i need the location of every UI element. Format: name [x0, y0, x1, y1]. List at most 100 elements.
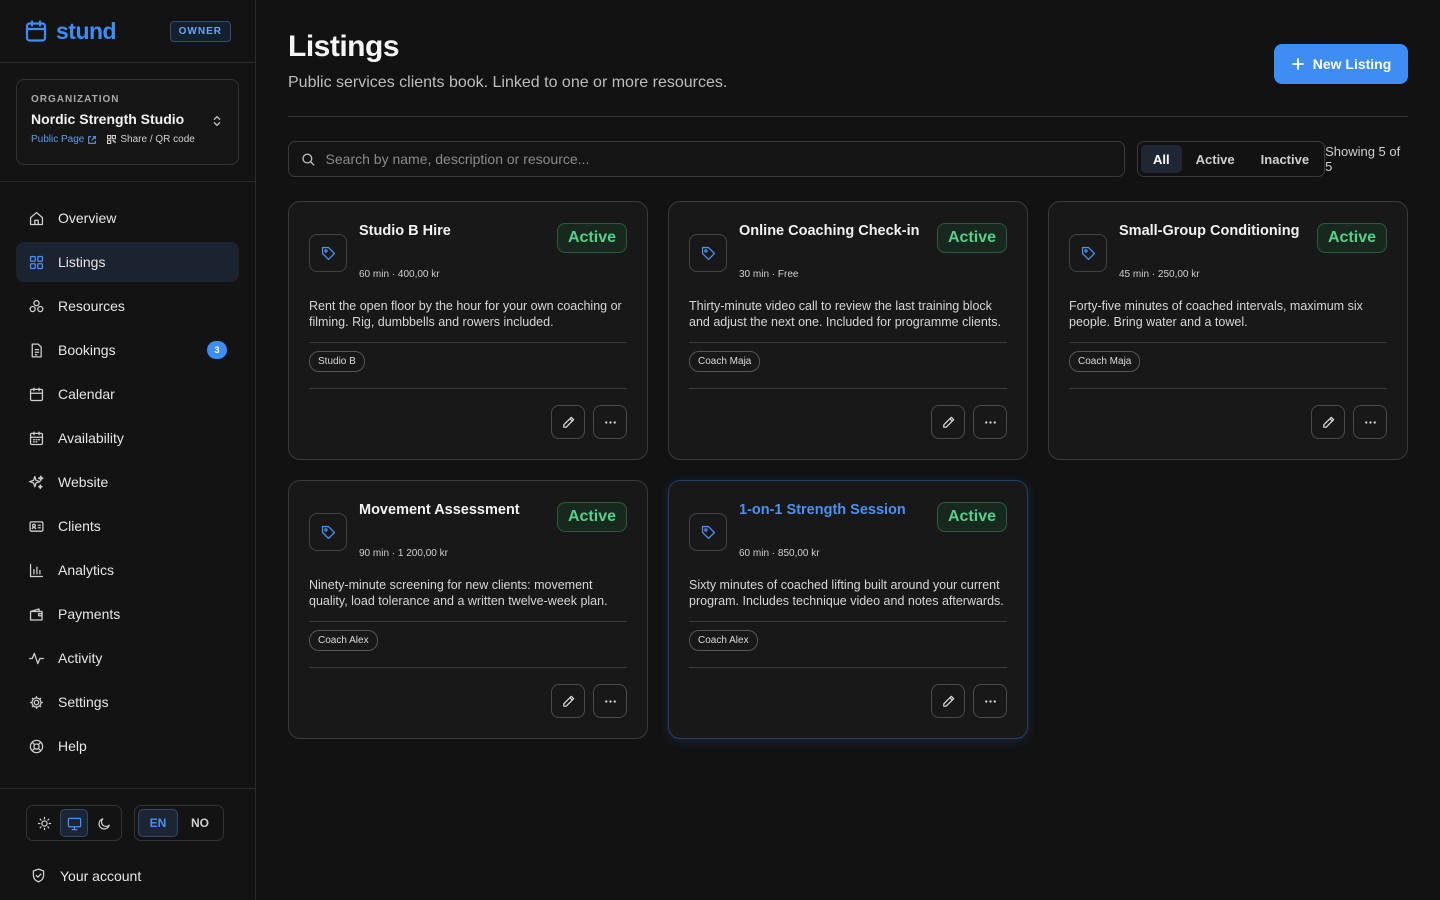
more-options-button[interactable]: [593, 405, 627, 439]
resource-chip: Coach Maja: [689, 351, 761, 372]
resource-chip: Coach Alex: [689, 630, 758, 651]
sidebar-item-resources[interactable]: Resources: [16, 286, 239, 326]
page-header: Listings Public services clients book. L…: [288, 0, 1408, 117]
sidebar-item-activity[interactable]: Activity: [16, 638, 239, 678]
divider: [309, 621, 627, 622]
ellipsis-icon: [604, 420, 616, 424]
pulse-icon: [29, 652, 44, 664]
listing-card[interactable]: Movement Assessment Active 90 min · 1 20…: [288, 480, 648, 739]
edit-button[interactable]: [931, 684, 965, 718]
ellipsis-icon: [604, 699, 616, 703]
divider: [689, 621, 1007, 622]
tag-icon: [701, 246, 715, 260]
brand-name[interactable]: stund: [56, 18, 117, 45]
shield-check-icon: [32, 868, 45, 883]
listing-title[interactable]: Movement Assessment: [359, 502, 520, 518]
listing-description: Ninety-minute screening for new clients:…: [309, 578, 608, 608]
your-account-link[interactable]: Your account: [26, 867, 229, 884]
home-icon: [29, 211, 44, 225]
sidebar-item-calendar[interactable]: Calendar: [16, 374, 239, 414]
sidebar-item-label: Payments: [58, 606, 121, 622]
tag-icon: [321, 246, 335, 260]
tag-icon: [701, 525, 715, 539]
status-badge: Active: [1316, 223, 1387, 253]
divider: [689, 667, 1007, 668]
search-box: [288, 141, 1125, 177]
sidebar-item-payments[interactable]: Payments: [16, 594, 239, 634]
your-account-label: Your account: [60, 867, 142, 884]
sidebar-item-settings[interactable]: Settings: [16, 682, 239, 722]
edit-button[interactable]: [1311, 405, 1345, 439]
sidebar-item-clients[interactable]: Clients: [16, 506, 239, 546]
filter-active[interactable]: Active: [1184, 145, 1247, 173]
role-badge: OWNER: [169, 20, 231, 42]
public-page-label: Public Page: [31, 134, 85, 145]
sidebar-item-overview[interactable]: Overview: [16, 198, 239, 238]
sidebar-item-availability[interactable]: Availability: [16, 418, 239, 458]
search-icon: [302, 153, 315, 166]
listing-card[interactable]: Online Coaching Check-in Active 30 min ·…: [668, 201, 1028, 460]
sidebar-item-listings[interactable]: Listings: [16, 242, 239, 282]
theme-toggle: [26, 805, 122, 841]
sidebar-item-bookings[interactable]: Bookings 3: [16, 330, 239, 370]
listing-card[interactable]: Studio B Hire Active 60 min · 400,00 kr …: [288, 201, 648, 460]
listing-meta: 45 min · 250,00 kr: [1119, 269, 1200, 280]
listing-title[interactable]: Small-Group Conditioning: [1119, 223, 1299, 239]
monitor-icon: [67, 817, 81, 830]
public-page-link[interactable]: Public Page: [31, 134, 97, 145]
page-subtitle: Public services clients book. Linked to …: [288, 74, 728, 91]
share-qr-button[interactable]: Share / QR code: [107, 134, 195, 145]
sidebar-item-label: Help: [58, 738, 87, 754]
sidebar-footer: EN NO Your account: [0, 788, 255, 900]
filter-all[interactable]: All: [1141, 145, 1182, 173]
organization-label: ORGANIZATION: [31, 94, 120, 105]
more-options-button[interactable]: [973, 405, 1007, 439]
tag-icon-box: [309, 513, 347, 551]
language-en-button[interactable]: EN: [138, 809, 178, 837]
edit-button[interactable]: [551, 684, 585, 718]
more-options-button[interactable]: [973, 684, 1007, 718]
language-no-button[interactable]: NO: [180, 809, 220, 837]
results-count: Showing 5 of 5: [1325, 144, 1401, 174]
page-title: Listings: [288, 30, 400, 63]
chevron-up-down-icon: [213, 115, 221, 127]
divider: [309, 388, 627, 389]
edit-button[interactable]: [551, 405, 585, 439]
listing-card[interactable]: Small-Group Conditioning Active 45 min ·…: [1048, 201, 1408, 460]
sun-icon: [37, 816, 51, 830]
wallet-icon: [29, 607, 43, 621]
theme-system-button[interactable]: [60, 809, 88, 837]
listing-title[interactable]: 1-on-1 Strength Session: [739, 502, 906, 518]
filter-inactive[interactable]: Inactive: [1249, 145, 1321, 173]
search-input[interactable]: [325, 151, 1112, 167]
theme-light-button[interactable]: [30, 809, 58, 837]
pencil-icon: [562, 695, 574, 707]
ellipsis-icon: [984, 699, 996, 703]
listing-meta: 30 min · Free: [739, 269, 799, 280]
status-badge: Active: [556, 502, 627, 532]
more-options-button[interactable]: [1353, 405, 1387, 439]
sidebar-item-help[interactable]: Help: [16, 726, 239, 766]
listing-title[interactable]: Studio B Hire: [359, 223, 451, 239]
organization-switcher[interactable]: ORGANIZATION Nordic Strength Studio Publ…: [16, 79, 239, 165]
new-listing-button[interactable]: New Listing: [1274, 44, 1408, 84]
more-options-button[interactable]: [593, 684, 627, 718]
listing-description: Sixty minutes of coached lifting built a…: [689, 578, 1004, 608]
divider: [1069, 388, 1387, 389]
listings-grid: Studio B Hire Active 60 min · 400,00 kr …: [288, 201, 1408, 739]
lifebuoy-icon: [29, 739, 44, 753]
theme-dark-button[interactable]: [90, 809, 118, 837]
listing-description: Forty-five minutes of coached intervals,…: [1069, 299, 1363, 329]
sidebar-item-label: Analytics: [58, 562, 115, 578]
edit-button[interactable]: [931, 405, 965, 439]
language-toggle: EN NO: [134, 805, 224, 841]
sidebar-item-analytics[interactable]: Analytics: [16, 550, 239, 590]
listing-card[interactable]: 1-on-1 Strength Session Active 60 min · …: [668, 480, 1028, 739]
listing-title[interactable]: Online Coaching Check-in: [739, 223, 919, 239]
listings-toolbar: All Active Inactive Showing 5 of 5: [288, 141, 1408, 177]
sidebar-item-website[interactable]: Website: [16, 462, 239, 502]
bar-chart-icon: [29, 563, 44, 577]
sidebar-item-label: Settings: [58, 694, 109, 710]
pencil-icon: [562, 416, 574, 428]
share-qr-label: Share / QR code: [120, 134, 195, 145]
